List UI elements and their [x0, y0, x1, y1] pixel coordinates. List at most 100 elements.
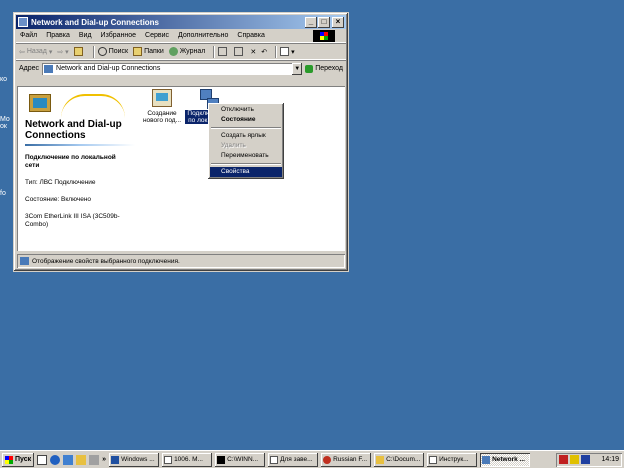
search-button[interactable]: Поиск — [97, 47, 129, 56]
history-button[interactable]: Журнал — [168, 47, 206, 56]
taskbar-button[interactable]: Инструк... — [427, 453, 477, 467]
menu-file[interactable]: Файл — [20, 32, 37, 39]
content-area: Network and Dial-up Connections Подключе… — [17, 86, 345, 251]
back-arrow-icon: ⇦ — [19, 48, 25, 56]
connection-status: Состояние: Включено — [25, 196, 92, 203]
ctx-status[interactable]: Состояние — [210, 115, 282, 125]
info-pane: Network and Dial-up Connections Подключе… — [17, 86, 135, 251]
console-icon — [217, 455, 226, 464]
menu-view[interactable]: Вид — [79, 32, 92, 39]
clock[interactable]: 14:19 — [601, 456, 619, 463]
taskbar-button-label: Инструк... — [439, 456, 469, 463]
status-bar: Отображение свойств выбранного подключен… — [17, 254, 345, 268]
status-text: Отображение свойств выбранного подключен… — [32, 257, 180, 265]
delete-icon: ✕ — [250, 48, 257, 56]
views-icon — [280, 47, 290, 56]
ctx-disconnect[interactable]: Отключить — [210, 105, 282, 115]
document-icon — [270, 455, 279, 464]
forward-button[interactable]: ⇨ ▾ — [57, 48, 68, 56]
window-title: Network and Dial-up Connections — [31, 17, 160, 27]
media-icon[interactable] — [89, 454, 100, 465]
search-label: Поиск — [108, 48, 129, 55]
quick-launch-more-icon[interactable]: » — [102, 456, 106, 463]
network-folder-icon — [18, 17, 28, 27]
back-label: Назад — [26, 48, 47, 55]
window-icon — [111, 455, 120, 464]
menu-tools[interactable]: Сервис — [145, 32, 169, 39]
close-button[interactable]: × — [332, 16, 344, 28]
taskbar-button[interactable]: C:\WINN... — [215, 453, 265, 467]
ctx-rename[interactable]: Переименовать — [210, 151, 282, 161]
menu-edit[interactable]: Правка — [46, 32, 70, 39]
address-value: Network and Dial-up Connections — [56, 65, 161, 72]
toolbar-separator — [92, 45, 95, 58]
folder-icon[interactable] — [76, 454, 87, 465]
ctx-separator — [211, 127, 281, 129]
show-desktop-icon[interactable] — [37, 454, 48, 465]
pane-divider — [25, 144, 135, 146]
taskbar-button[interactable]: Russian F... — [321, 453, 371, 467]
network-folder-icon — [482, 455, 491, 464]
move-to-button[interactable] — [218, 47, 229, 56]
up-folder-button[interactable] — [73, 47, 85, 56]
history-label: Журнал — [179, 48, 206, 55]
new-connection-item[interactable]: Создание нового под... — [139, 89, 185, 124]
start-label: Пуск — [15, 456, 32, 463]
taskbar-button[interactable]: C:\Docum... — [374, 453, 424, 467]
folders-icon — [133, 47, 143, 56]
tray-app-icon[interactable] — [570, 455, 579, 464]
taskbar-button[interactable]: Windows ... — [109, 453, 159, 467]
outlook-icon[interactable] — [63, 454, 74, 465]
folder-icon — [376, 455, 385, 464]
copy-to-icon — [234, 47, 244, 56]
menu-favorites[interactable]: Избранное — [101, 32, 136, 39]
taskbar-button-label: Network ... — [492, 456, 525, 463]
title-bar[interactable]: Network and Dial-up Connections _ □ × — [16, 15, 346, 29]
history-icon — [168, 47, 178, 56]
maximize-button[interactable]: □ — [318, 16, 330, 28]
go-arrow-icon — [305, 64, 314, 73]
start-button[interactable]: Пуск — [2, 453, 34, 467]
windows-logo-icon — [313, 30, 335, 42]
network-connections-banner-icon — [25, 92, 125, 116]
taskbar-button-label: C:\WINN... — [227, 456, 259, 463]
context-menu: Отключить Состояние Создать ярлык Удалит… — [208, 103, 284, 179]
taskbar-button-label: Windows ... — [121, 456, 155, 463]
connection-type: Тип: ЛВС Подключение — [25, 179, 96, 186]
ctx-properties[interactable]: Свойства — [210, 167, 282, 177]
search-icon — [97, 47, 107, 56]
network-tray-icon[interactable] — [581, 455, 590, 464]
taskbar-button[interactable]: Для заве... — [268, 453, 318, 467]
ctx-create-shortcut[interactable]: Создать ярлык — [210, 131, 282, 141]
copy-to-button[interactable] — [234, 47, 245, 56]
selected-connection-name: Подключение по локальной сети — [25, 154, 116, 169]
go-label: Переход — [315, 65, 343, 72]
folders-button[interactable]: Папки — [133, 47, 164, 56]
toolbar-separator — [213, 45, 216, 58]
delete-button[interactable]: ✕ — [250, 48, 256, 56]
taskbar-button-active[interactable]: Network ... — [480, 452, 531, 467]
taskbar-button[interactable]: 1006. M... — [162, 453, 212, 467]
new-connection-label: Создание нового под... — [142, 110, 182, 124]
menu-advanced[interactable]: Дополнительно — [178, 32, 228, 39]
internet-explorer-icon[interactable] — [50, 454, 61, 465]
network-folder-icon — [20, 257, 29, 265]
language-indicator-icon[interactable] — [559, 455, 568, 464]
menu-bar: Файл Правка Вид Избранное Сервис Дополни… — [16, 29, 346, 43]
menu-help[interactable]: Справка — [237, 32, 264, 39]
document-icon — [429, 455, 438, 464]
new-connection-icon — [152, 89, 172, 107]
browser-icon — [323, 455, 332, 464]
undo-button[interactable]: ↶ — [261, 48, 267, 56]
back-button[interactable]: ⇦ Назад ▾ — [19, 48, 52, 56]
go-button[interactable]: Переход — [305, 64, 343, 73]
minimize-button[interactable]: _ — [305, 16, 317, 28]
connection-device: 3Com EtherLink III ISA (3C509b-Combo) — [25, 213, 120, 228]
up-folder-icon — [73, 47, 83, 56]
address-input[interactable]: Network and Dial-up Connections ▼ — [42, 62, 303, 75]
windows-flag-icon — [5, 455, 13, 464]
address-dropdown-arrow-icon[interactable]: ▼ — [292, 62, 303, 75]
views-button[interactable]: ▾ — [280, 47, 295, 56]
quick-launch: » — [37, 454, 109, 465]
move-to-icon — [218, 47, 228, 56]
